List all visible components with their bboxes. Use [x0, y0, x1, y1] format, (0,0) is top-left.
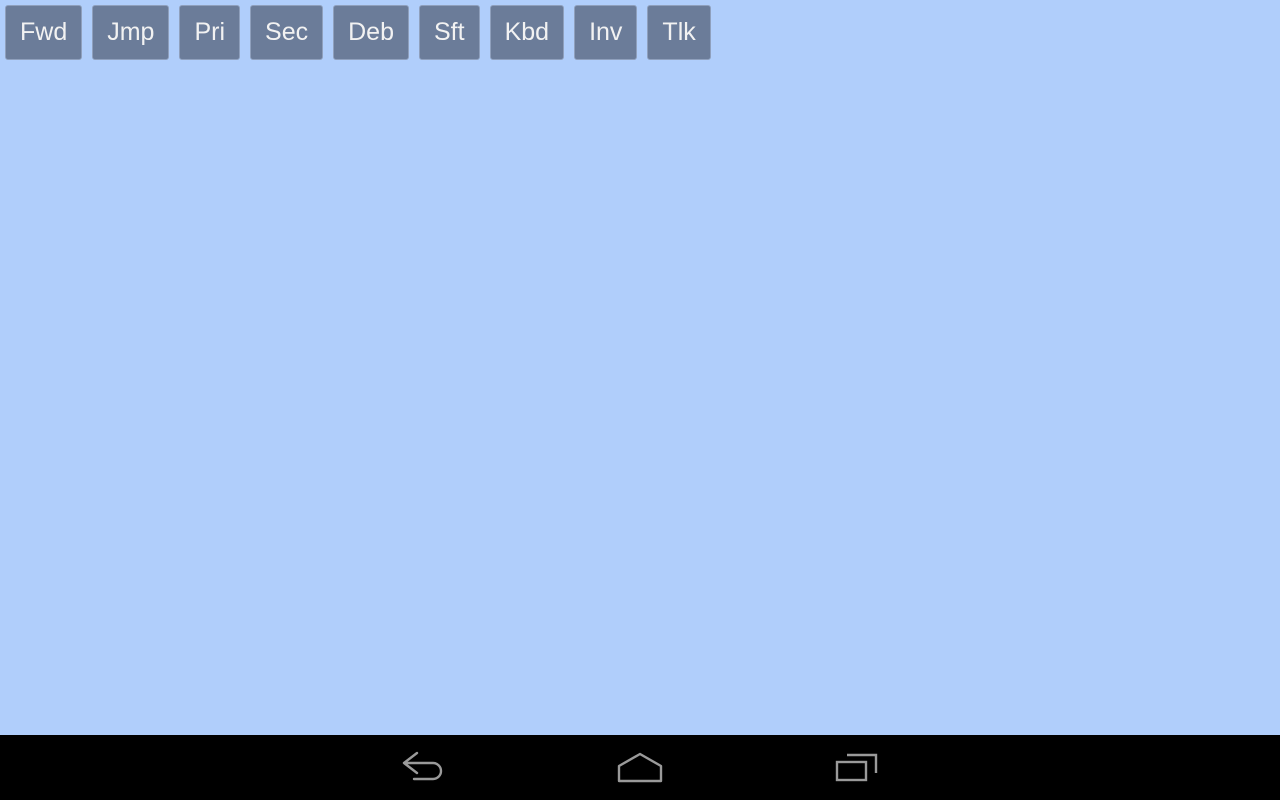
button-deb[interactable]: Deb: [333, 5, 409, 60]
device-screen: Fwd Jmp Pri Sec Deb Sft Kbd Inv Tlk: [0, 0, 1280, 800]
android-navigation-bar: [0, 735, 1280, 800]
home-icon: [614, 751, 666, 785]
button-inv[interactable]: Inv: [574, 5, 638, 60]
empty-content-canvas[interactable]: [0, 65, 1280, 735]
top-button-bar: Fwd Jmp Pri Sec Deb Sft Kbd Inv Tlk: [5, 5, 711, 60]
nav-home-button[interactable]: [550, 735, 730, 800]
nav-recents-button[interactable]: [767, 735, 947, 800]
nav-back-button[interactable]: [333, 735, 513, 800]
back-arrow-icon: [400, 751, 446, 785]
button-sft[interactable]: Sft: [419, 5, 480, 60]
button-fwd[interactable]: Fwd: [5, 5, 83, 60]
app-content-area: Fwd Jmp Pri Sec Deb Sft Kbd Inv Tlk: [0, 0, 1280, 735]
button-tlk[interactable]: Tlk: [647, 5, 711, 60]
recents-icon: [834, 751, 880, 785]
button-kbd[interactable]: Kbd: [489, 5, 565, 60]
button-jmp[interactable]: Jmp: [92, 5, 170, 60]
button-pri[interactable]: Pri: [179, 5, 241, 60]
button-sec[interactable]: Sec: [250, 5, 324, 60]
